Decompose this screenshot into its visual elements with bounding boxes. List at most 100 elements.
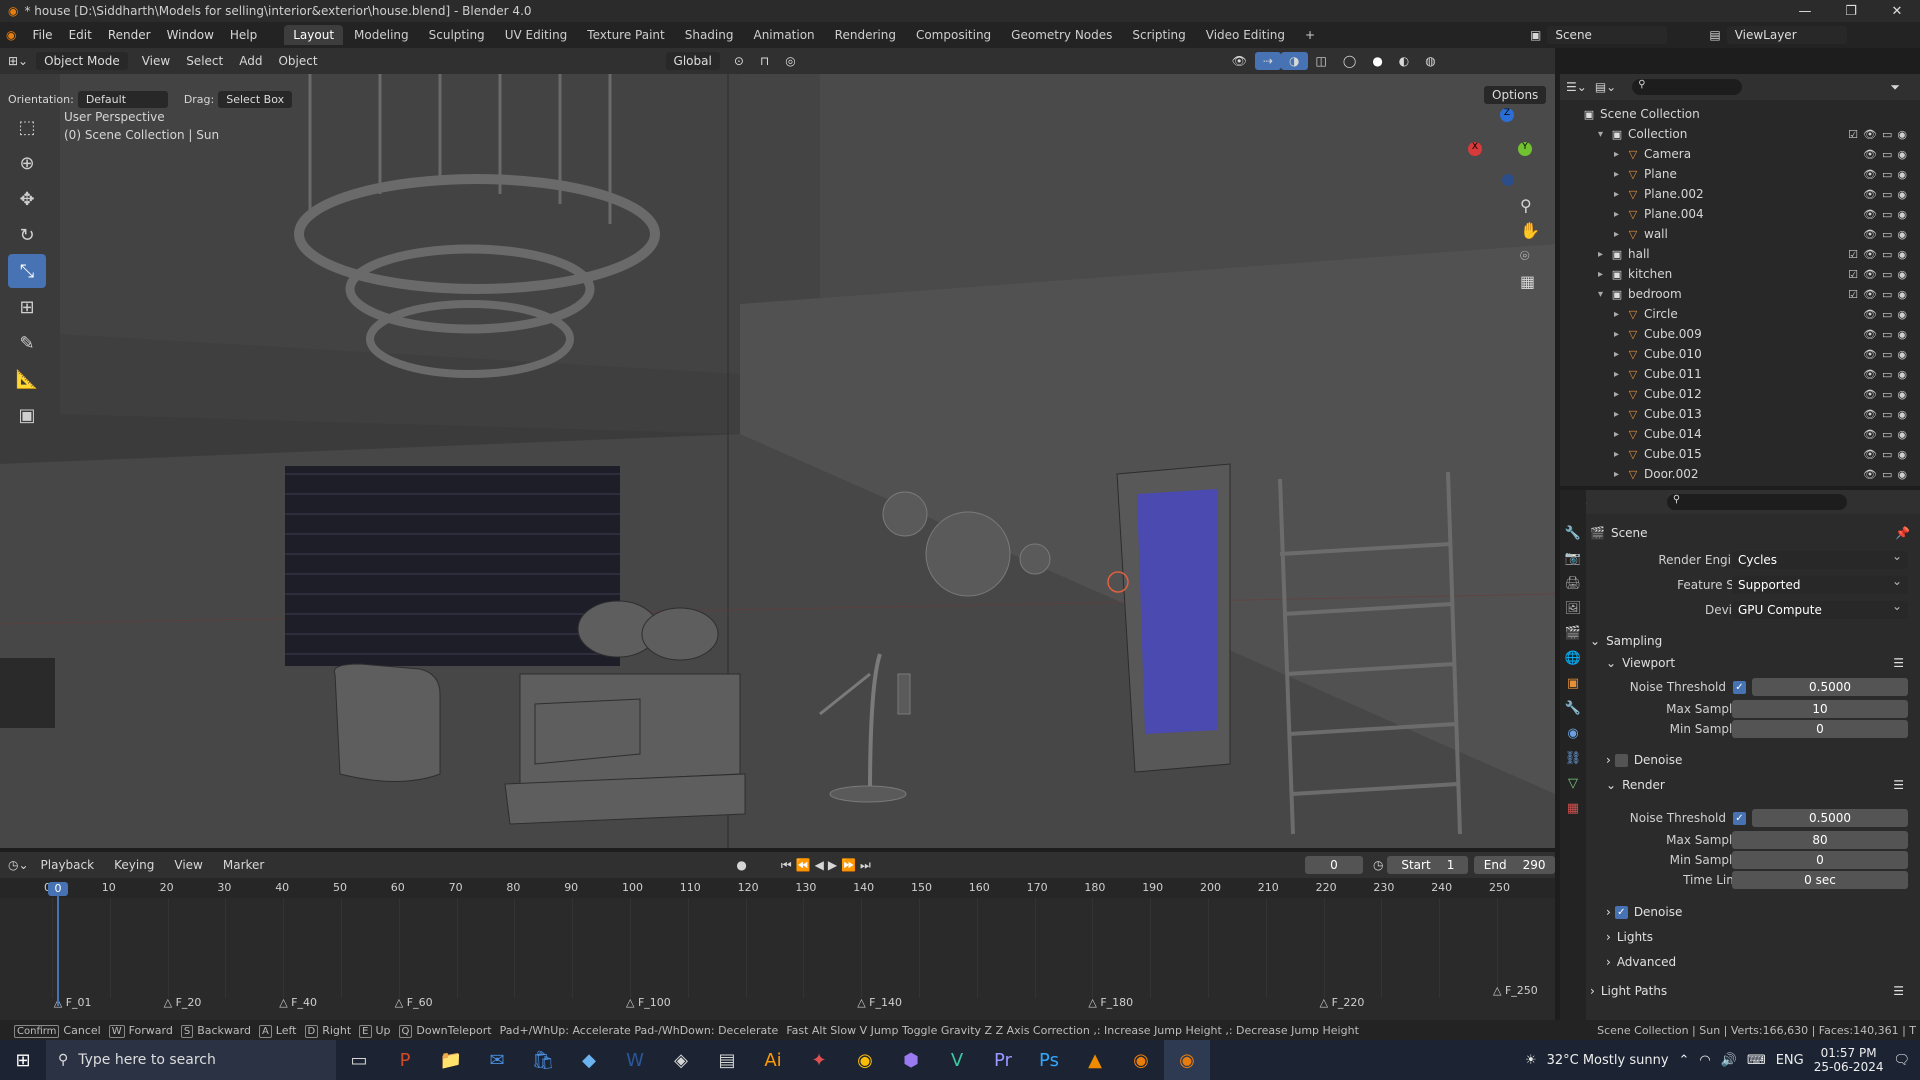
sampling-panel-header[interactable]: ⌄ Sampling [1590,630,1914,652]
powerpoint-icon[interactable]: P [382,1040,428,1080]
outliner-row[interactable]: ▸ ▽ Cube.011 👁▭◉ [1560,364,1920,384]
menu-help[interactable]: Help [222,28,265,42]
chevron-right-icon[interactable]: ▸ [1614,229,1626,240]
jump-start-icon[interactable]: ⏮ [781,858,792,873]
word-icon[interactable]: W [612,1040,658,1080]
visibility-toggle-icons[interactable]: 👁▭◉ [1863,428,1912,441]
timeline-ruler[interactable]: 0 10 20 30 40 50 60 70 80 90 100 110 120 130 140 150 160… [0,878,1555,898]
zoom-icon[interactable]: ⚲ [1520,196,1540,215]
visibility-toggle-icons[interactable]: ☑👁▭◉ [1848,268,1912,281]
app2-icon[interactable]: ◈ [658,1040,704,1080]
vectornator-icon[interactable]: V [934,1040,980,1080]
illustrator-icon[interactable]: Ai [750,1040,796,1080]
render-denoise-checkbox[interactable]: ✓ [1614,905,1628,919]
close-button[interactable]: ✕ [1874,0,1920,22]
weather-icon[interactable]: ☀ [1525,1053,1537,1068]
tab-texture-paint[interactable]: Texture Paint [578,25,673,45]
outliner-row[interactable]: ▸ ▽ Plane.004 👁▭◉ [1560,204,1920,224]
current-frame-field[interactable]: 0 [1304,856,1363,874]
outliner-row[interactable]: ▾ ▣ bedroom ☑👁▭◉ [1560,284,1920,304]
mail-icon[interactable]: ✉ [474,1040,520,1080]
advanced-subpanel-header[interactable]: › Advanced [1606,951,1914,973]
move-icon[interactable]: ✥ [8,182,46,216]
select-box-icon[interactable]: ⬚ [8,110,46,144]
orientation-selector[interactable]: Default [77,90,168,108]
viewport-menu-view[interactable]: View [134,52,178,70]
annotate-icon[interactable]: ✎ [8,326,46,360]
outliner-row[interactable]: ▸ ▽ Cube.009 👁▭◉ [1560,324,1920,344]
render-noise-field[interactable]: 0.5000 [1752,809,1908,827]
photoshop-icon[interactable]: Ps [1026,1040,1072,1080]
lights-subpanel-header[interactable]: › Lights [1606,926,1914,948]
timeline-marker[interactable]: △ F_220 [1320,996,1365,1009]
timeline-marker[interactable]: △ F_180 [1088,996,1133,1009]
visibility-toggle-icons[interactable]: 👁▭◉ [1863,208,1912,221]
app3-icon[interactable]: ▤ [704,1040,750,1080]
gizmo-z-axis[interactable]: Z [1500,108,1514,122]
timeline-marker[interactable]: △ F_140 [857,996,902,1009]
keyboard-icon[interactable]: ⌨ [1747,1053,1766,1068]
measure-icon[interactable]: 📐 [8,362,46,396]
visibility-toggle-icons[interactable]: 👁▭◉ [1863,308,1912,321]
viewport-max-samples-field[interactable]: 10 [1732,700,1908,718]
device-select[interactable]: GPU Compute [1732,599,1908,619]
chrome-icon[interactable]: ◉ [842,1040,888,1080]
visibility-toggle-icons[interactable]: ☑👁▭◉ [1848,288,1912,301]
timeline-area[interactable]: △ F_01 △ F_20 △ F_40 △ F_60 △ F_100 △ F_140 △ … [0,898,1555,1020]
visibility-toggle-icons[interactable]: 👁▭◉ [1863,408,1912,421]
clock-icon[interactable]: ◷ [1373,858,1383,872]
render-subpanel-header[interactable]: ⌄ Render ☰ [1606,774,1914,796]
gizmo-toggle-icon[interactable]: ⇢ [1254,52,1282,70]
outliner-scene-collection[interactable]: ▣ Scene Collection [1560,104,1920,124]
app4-icon[interactable]: ✦ [796,1040,842,1080]
camera-view-icon[interactable]: ⌾ [1520,246,1540,266]
list-icon[interactable]: ☰ [1893,778,1904,792]
data-tab-icon[interactable]: ▽ [1568,776,1578,791]
language-indicator[interactable]: ENG [1776,1053,1804,1068]
viewport-noise-checkbox[interactable]: ✓ [1733,680,1746,694]
scene-tab-icon[interactable]: 🎬 [1565,626,1581,641]
menu-file[interactable]: File [24,28,60,42]
outliner-row[interactable]: ▸ ▣ hall ☑👁▭◉ [1560,244,1920,264]
timeline-editor-icon[interactable]: ◷⌄ [8,858,29,872]
file-explorer-icon[interactable]: 📁 [428,1040,474,1080]
chevron-right-icon[interactable]: ▸ [1614,149,1626,160]
visibility-toggle-icons[interactable]: 👁▭◉ [1863,368,1912,381]
outliner-search-input[interactable]: ⚲ [1632,79,1743,95]
texture-tab-icon[interactable]: ▦ [1567,801,1579,816]
tab-sculpting[interactable]: Sculpting [420,25,494,45]
jump-key-forward-icon[interactable]: ⏩ [841,858,856,872]
visibility-toggle-icons[interactable]: ☑👁▭◉ [1848,128,1912,141]
visibility-toggle-icons[interactable]: 👁▭◉ [1863,228,1912,241]
outliner-row[interactable]: ▸ ▽ Cube.015 👁▭◉ [1560,444,1920,464]
time-limit-field[interactable]: 0 sec [1732,871,1908,889]
render-noise-checkbox[interactable]: ✓ [1733,811,1746,825]
vlc-icon[interactable]: ▲ [1072,1040,1118,1080]
timeline-menu-marker[interactable]: Marker [215,856,272,874]
tab-rendering[interactable]: Rendering [826,25,905,45]
blender-menu-icon[interactable]: ◉ [6,28,16,42]
timeline-marker[interactable]: △ F_20 [164,996,202,1009]
timeline-menu-keying[interactable]: Keying [106,856,162,874]
timeline-marker[interactable]: △ F_250 [1493,984,1538,997]
outliner-row[interactable]: ▸ ▽ Cube.012 👁▭◉ [1560,384,1920,404]
outliner-row[interactable]: ▸ ▽ Door.002 👁▭◉ [1560,464,1920,484]
timeline-marker[interactable]: △ F_01 [54,996,92,1009]
viewport-subpanel-header[interactable]: ⌄ Viewport ☰ [1606,652,1914,674]
minimize-button[interactable]: — [1782,0,1828,22]
outliner-row[interactable]: ▸ ▽ Circle 👁▭◉ [1560,304,1920,324]
tab-scripting[interactable]: Scripting [1123,25,1194,45]
snap-icon[interactable]: ⊓ [752,52,777,70]
wireframe-shading-icon[interactable]: ◯ [1335,52,1364,70]
viewport-denoise-header[interactable]: › Denoise [1606,749,1914,771]
end-frame-field[interactable]: End 290 [1474,856,1555,874]
list-icon[interactable]: ☰ [1893,656,1904,670]
tab-layout[interactable]: Layout [284,25,344,45]
outliner-row[interactable]: ▸ ▽ Plane.002 👁▭◉ [1560,184,1920,204]
chevron-right-icon[interactable]: ▸ [1614,409,1626,420]
chevron-down-icon[interactable]: ▾ [1598,289,1610,300]
list-icon[interactable]: ☰ [1893,984,1904,998]
tab-animation[interactable]: Animation [744,25,823,45]
viewport-menu-add[interactable]: Add [231,52,270,70]
render-engine-select[interactable]: Cycles [1732,549,1908,569]
